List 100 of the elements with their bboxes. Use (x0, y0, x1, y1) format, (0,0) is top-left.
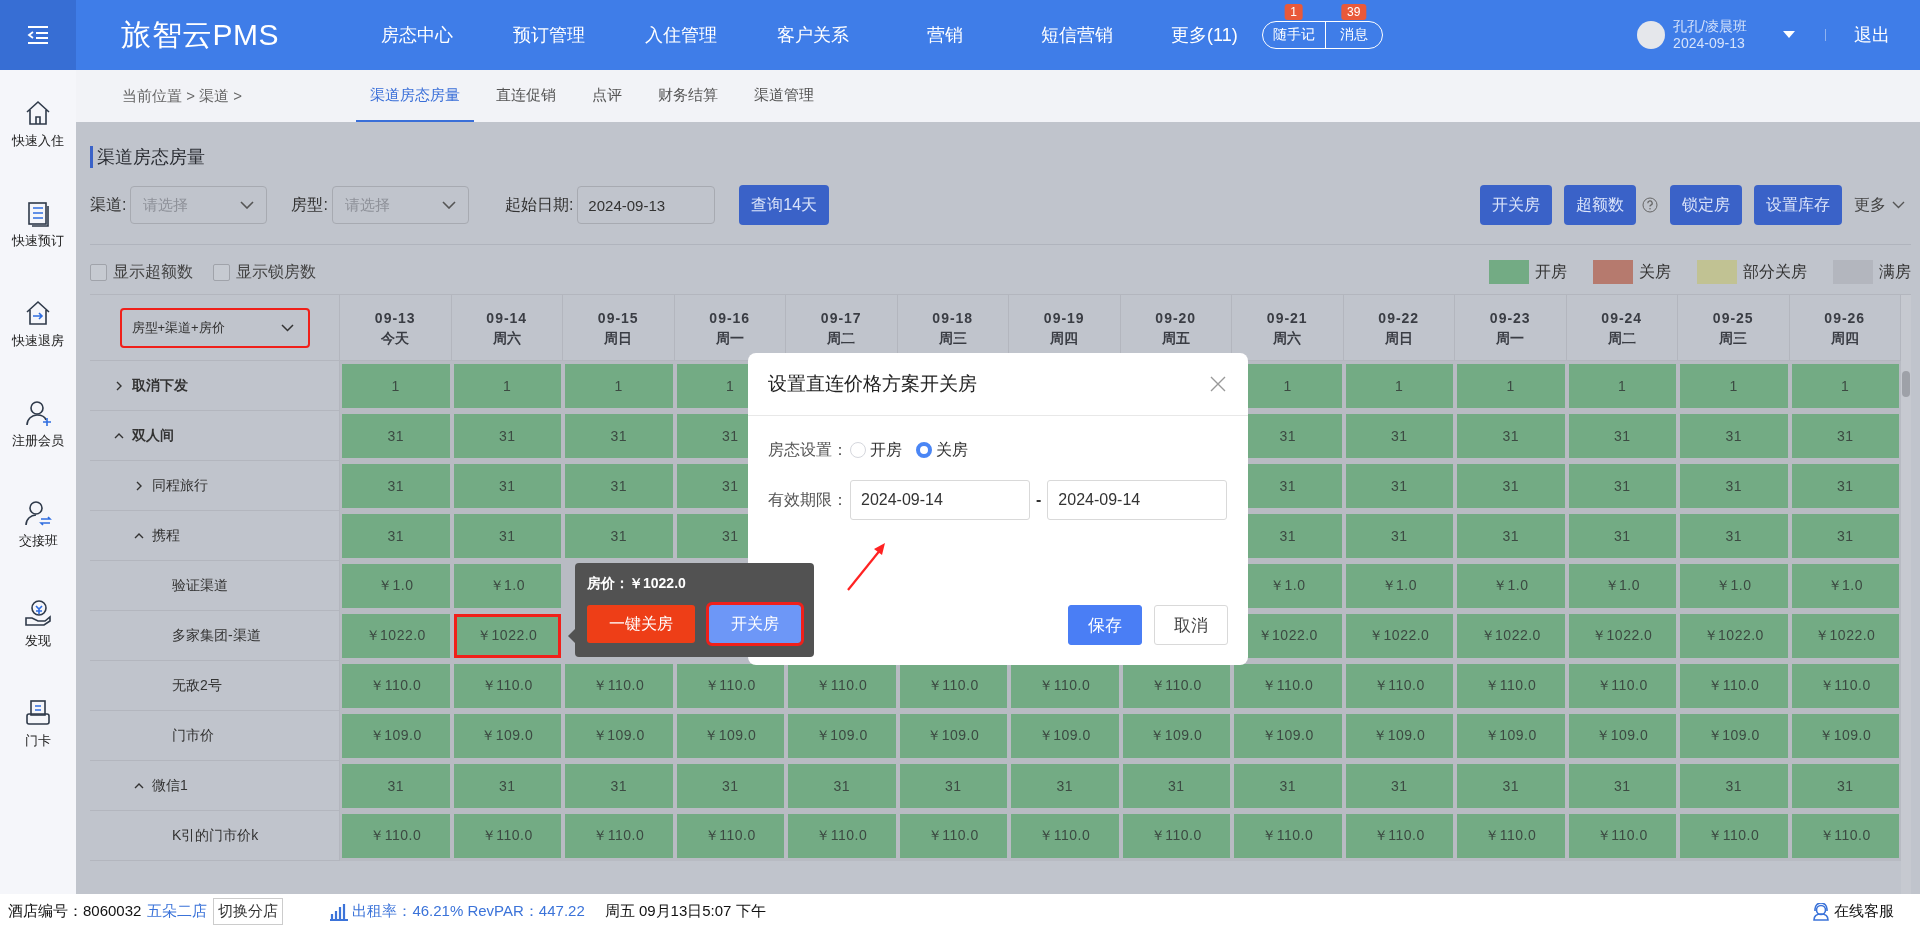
nav-menu-item[interactable]: 预订管理 (483, 23, 615, 47)
room-cell[interactable]: ￥110.0 (899, 664, 1007, 708)
room-cell[interactable]: ￥1.0 (1568, 564, 1676, 608)
room-cell[interactable]: 31 (1791, 414, 1899, 458)
sidebar-item[interactable]: 注册会员 (12, 398, 64, 498)
room-cell[interactable]: ￥110.0 (1568, 814, 1676, 858)
room-cell[interactable]: ￥110.0 (1345, 664, 1453, 708)
room-cell[interactable]: 31 (1791, 514, 1899, 558)
room-cell[interactable]: ￥110.0 (1457, 814, 1565, 858)
room-cell[interactable]: ￥110.0 (453, 814, 561, 858)
room-cell[interactable]: 31 (1568, 464, 1676, 508)
room-cell[interactable]: ￥109.0 (1457, 714, 1565, 758)
room-cell[interactable]: ￥1.0 (342, 564, 450, 608)
room-cell[interactable]: 31 (342, 414, 450, 458)
room-cell[interactable]: 1 (1680, 364, 1788, 408)
room-cell[interactable]: ￥1.0 (1345, 564, 1453, 608)
room-cell[interactable]: 31 (342, 464, 450, 508)
room-cell[interactable]: ￥110.0 (1568, 664, 1676, 708)
room-cell[interactable]: ￥110.0 (899, 814, 1007, 858)
room-cell[interactable]: 31 (453, 764, 561, 808)
sidebar-item[interactable]: 快速退房 (12, 298, 64, 398)
room-cell[interactable]: 31 (342, 764, 450, 808)
room-cell[interactable]: 31 (788, 764, 896, 808)
room-cell[interactable]: 31 (1680, 764, 1788, 808)
sidebar-item[interactable]: 门卡 (23, 698, 53, 798)
room-cell[interactable]: ￥110.0 (565, 814, 673, 858)
room-cell[interactable]: 1 (1568, 364, 1676, 408)
room-cell[interactable]: ￥1022.0 (1791, 614, 1899, 658)
room-cell[interactable]: ￥109.0 (453, 714, 561, 758)
tooltip-button[interactable]: 一键关房 (587, 605, 695, 643)
action-button[interactable]: 开关房 (1480, 185, 1552, 225)
radio-option[interactable]: 开房 (850, 439, 902, 461)
room-cell[interactable]: ￥109.0 (788, 714, 896, 758)
sidebar-item[interactable]: 发现 (23, 598, 53, 698)
room-cell[interactable]: 31 (1457, 764, 1565, 808)
room-cell[interactable]: ￥109.0 (342, 714, 450, 758)
room-cell[interactable]: 31 (899, 764, 1007, 808)
room-cell[interactable]: 31 (1345, 764, 1453, 808)
room-cell[interactable]: 31 (453, 414, 561, 458)
room-cell[interactable]: 1 (1345, 364, 1453, 408)
room-cell[interactable]: 31 (1011, 764, 1119, 808)
room-cell[interactable]: ￥110.0 (1011, 664, 1119, 708)
more-dropdown[interactable]: 更多 (1854, 194, 1905, 216)
room-cell[interactable]: 1 (1457, 364, 1565, 408)
room-cell[interactable]: ￥110.0 (676, 664, 784, 708)
tab[interactable]: 财务结算 (644, 70, 732, 122)
online-support-link[interactable]: 在线客服 (1812, 902, 1894, 921)
room-cell[interactable]: ￥110.0 (1680, 814, 1788, 858)
room-cell[interactable]: ￥110.0 (1680, 664, 1788, 708)
room-cell[interactable]: ￥109.0 (1345, 714, 1453, 758)
room-cell[interactable]: 31 (1791, 764, 1899, 808)
room-cell[interactable]: 31 (1345, 514, 1453, 558)
room-cell[interactable]: ￥110.0 (342, 814, 450, 858)
room-cell[interactable]: 31 (1122, 764, 1230, 808)
tab[interactable]: 渠道管理 (740, 70, 828, 122)
start-date-field[interactable]: 2024-09-14 (850, 480, 1030, 520)
tab[interactable]: 直连促销 (482, 70, 570, 122)
room-cell[interactable]: 31 (1568, 414, 1676, 458)
room-cell[interactable]: 31 (1457, 464, 1565, 508)
room-cell[interactable]: 31 (1568, 514, 1676, 558)
dialog-button[interactable]: 保存 (1068, 605, 1142, 645)
room-cell[interactable]: 31 (565, 764, 673, 808)
switch-store-button[interactable]: 切换分店 (213, 898, 284, 925)
room-cell[interactable]: 1 (342, 364, 450, 408)
room-cell[interactable]: 1 (1791, 364, 1899, 408)
room-cell[interactable]: ￥109.0 (899, 714, 1007, 758)
nav-menu-item[interactable]: 短信营销 (1011, 23, 1143, 47)
room-cell[interactable]: 31 (1345, 464, 1453, 508)
room-cell[interactable]: ￥109.0 (1234, 714, 1342, 758)
room-cell[interactable]: ￥1022.0 (1568, 614, 1676, 658)
nav-menu-item[interactable]: 入住管理 (615, 23, 747, 47)
room-cell[interactable]: 31 (1680, 414, 1788, 458)
room-cell[interactable]: ￥110.0 (676, 814, 784, 858)
room-cell[interactable]: 31 (1791, 464, 1899, 508)
room-cell[interactable]: 31 (342, 514, 450, 558)
room-cell[interactable]: ￥109.0 (1791, 714, 1899, 758)
room-cell[interactable]: 31 (1568, 764, 1676, 808)
room-cell[interactable]: ￥1022.0 (1345, 614, 1453, 658)
room-cell[interactable]: ￥109.0 (1011, 714, 1119, 758)
room-cell[interactable]: 31 (1234, 764, 1342, 808)
room-cell[interactable]: ￥110.0 (1234, 664, 1342, 708)
room-cell[interactable]: ￥110.0 (1457, 664, 1565, 708)
date-field[interactable]: 2024-09-13 (577, 186, 716, 224)
room-cell[interactable]: 1 (565, 364, 673, 408)
room-cell[interactable]: ￥110.0 (565, 664, 673, 708)
room-cell[interactable]: 31 (453, 514, 561, 558)
room-cell[interactable]: ￥109.0 (1122, 714, 1230, 758)
room-cell[interactable]: ￥109.0 (1680, 714, 1788, 758)
room-cell[interactable]: 31 (1680, 464, 1788, 508)
room-cell[interactable]: ￥110.0 (342, 664, 450, 708)
nav-menu-item[interactable]: 营销 (879, 23, 1011, 47)
room-cell[interactable]: ￥110.0 (788, 814, 896, 858)
room-cell[interactable]: ￥1022.0 (1457, 614, 1565, 658)
room-cell[interactable]: ￥110.0 (788, 664, 896, 708)
room-cell[interactable]: ￥109.0 (676, 714, 784, 758)
dialog-button[interactable]: 取消 (1154, 605, 1228, 645)
checkbox[interactable]: 显示超额数 (90, 261, 193, 283)
sidebar-item[interactable]: 快速入住 (12, 98, 64, 198)
room-cell[interactable]: 31 (1680, 514, 1788, 558)
room-cell[interactable]: ￥1022.0 (453, 614, 561, 658)
